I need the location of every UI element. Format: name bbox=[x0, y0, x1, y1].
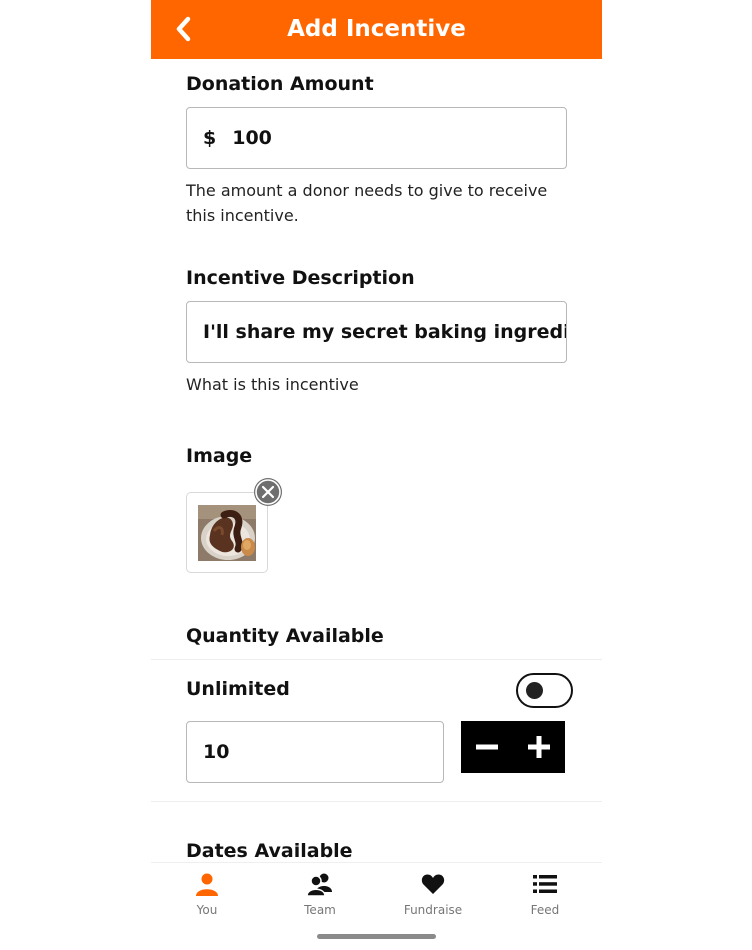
dates-available-label: Dates Available bbox=[186, 840, 353, 862]
tab-feed[interactable]: Feed bbox=[505, 871, 585, 921]
incentive-description-value: I'll share my secret baking ingredient bbox=[203, 321, 566, 343]
tab-label: Feed bbox=[530, 903, 560, 917]
heart-icon bbox=[421, 874, 445, 894]
incentive-description-help: What is this incentive bbox=[186, 375, 359, 394]
header-bar: Add Incentive bbox=[151, 0, 602, 59]
team-icon bbox=[307, 873, 332, 896]
list-icon bbox=[533, 875, 557, 893]
toggle-knob bbox=[526, 682, 543, 699]
image-label: Image bbox=[186, 445, 253, 467]
plus-icon bbox=[528, 736, 550, 758]
minus-icon bbox=[476, 744, 498, 750]
tab-team[interactable]: Team bbox=[280, 871, 360, 921]
donation-amount-label: Donation Amount bbox=[186, 73, 374, 95]
donation-amount-field[interactable]: $ 100 bbox=[186, 107, 567, 169]
tab-fundraise[interactable]: Fundraise bbox=[393, 871, 473, 921]
quantity-stepper bbox=[461, 721, 565, 773]
remove-image-button[interactable] bbox=[254, 478, 282, 506]
increment-button[interactable] bbox=[513, 721, 565, 773]
decrement-button[interactable] bbox=[461, 721, 513, 773]
tab-label: Fundraise bbox=[403, 903, 463, 917]
tab-you[interactable]: You bbox=[167, 871, 247, 921]
donation-amount-value: 100 bbox=[232, 127, 272, 149]
baked-goods-photo bbox=[198, 505, 256, 561]
home-indicator[interactable] bbox=[317, 934, 436, 939]
unlimited-label: Unlimited bbox=[186, 678, 290, 700]
person-icon bbox=[196, 873, 218, 896]
quantity-available-label: Quantity Available bbox=[186, 625, 384, 647]
donation-amount-help: The amount a donor needs to give to rece… bbox=[186, 181, 548, 225]
divider bbox=[151, 801, 602, 802]
incentive-description-label: Incentive Description bbox=[186, 267, 415, 289]
unlimited-toggle[interactable] bbox=[516, 673, 573, 708]
quantity-value: 10 bbox=[203, 741, 230, 763]
currency-symbol: $ bbox=[203, 127, 217, 149]
page-title: Add Incentive bbox=[287, 16, 466, 42]
tab-label: You bbox=[196, 903, 218, 917]
close-circle-icon bbox=[255, 479, 281, 505]
quantity-field[interactable]: 10 bbox=[186, 721, 444, 783]
add-incentive-screen: Add Incentive Donation Amount $ 100 The … bbox=[151, 0, 602, 950]
divider bbox=[151, 659, 602, 660]
tab-label: Team bbox=[304, 903, 336, 917]
incentive-description-field[interactable]: I'll share my secret baking ingredient bbox=[186, 301, 567, 363]
